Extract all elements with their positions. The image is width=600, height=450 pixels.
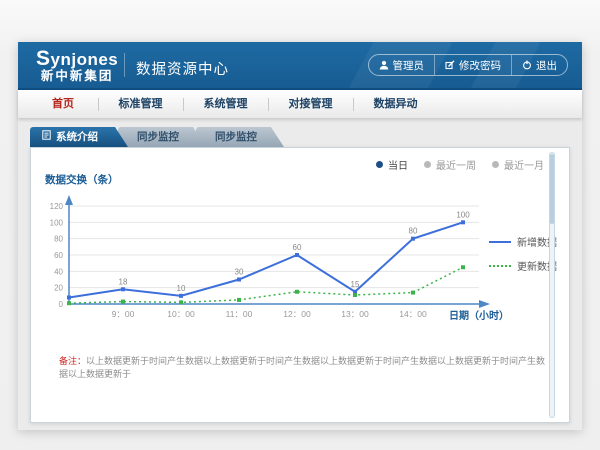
page-background: Synjones 新中新集团 数据资源中心 管理员 修改密码	[0, 0, 600, 450]
radio-dot-icon	[492, 161, 499, 168]
data-point	[411, 237, 415, 241]
logo: Synjones 新中新集团	[36, 47, 118, 84]
x-axis-arrow	[479, 300, 490, 308]
x-tick-label: 12：00	[283, 309, 311, 319]
legend-item-new-data[interactable]: 新增数据	[489, 234, 557, 249]
y-axis-title: 数据交换（条）	[45, 172, 119, 187]
data-point-label: 30	[235, 268, 244, 277]
nav-item-standard-mgmt[interactable]: 标准管理	[98, 90, 183, 118]
x-tick-label: 11：00	[226, 309, 253, 319]
series-line-更新数据	[69, 267, 463, 303]
chart-panel: 当日 最近一周 最近一月 数据交换（条） 0 20 40 60 80 100 120 9：00…	[30, 147, 570, 423]
nav-item-home[interactable]: 首页	[28, 90, 98, 118]
data-point-label: 60	[293, 243, 302, 252]
radio-dot-icon	[376, 161, 383, 168]
change-password-button-label: 修改密码	[459, 58, 501, 73]
content-area: 系统介绍 同步监控 同步监控 当日 最近一周	[18, 118, 582, 430]
y-tick-label: 0	[59, 300, 64, 309]
y-tick-label: 60	[54, 251, 63, 260]
radio-last-month-label: 最近一月	[504, 157, 544, 172]
x-tick-label: 10：00	[167, 309, 195, 319]
admin-button[interactable]: 管理员	[369, 55, 435, 75]
user-button-group: 管理员 修改密码 退出	[368, 54, 569, 76]
logo-en: Synjones	[36, 47, 118, 70]
x-axis-title: 日期（小时）	[449, 309, 509, 322]
radio-last-month[interactable]: 最近一月	[492, 157, 544, 172]
data-point	[237, 298, 241, 302]
tab-system-intro-label: 系统介绍	[56, 127, 98, 147]
radio-last-week-label: 最近一周	[436, 157, 476, 172]
y-tick-label: 40	[54, 267, 63, 276]
app-title: 数据资源中心	[136, 58, 229, 79]
change-password-button[interactable]: 修改密码	[434, 55, 511, 75]
data-point	[121, 300, 125, 304]
main-nav: 首页 标准管理 系统管理 对接管理 数据异动	[18, 88, 582, 118]
y-tick-label: 100	[50, 218, 64, 227]
data-point	[179, 300, 183, 304]
data-point	[295, 253, 299, 257]
solid-line-icon	[489, 241, 511, 243]
legend-item-updated-data[interactable]: 更新数据	[489, 258, 557, 273]
data-point	[67, 295, 71, 299]
edit-icon	[445, 60, 455, 70]
data-point-label: 100	[456, 210, 470, 219]
data-point	[295, 290, 299, 294]
power-icon	[522, 60, 532, 70]
panel-scrollbar[interactable]	[549, 152, 555, 418]
footnote-text: 以上数据更新于时间产生数据以上数据更新于时间产生数据以上数据更新于时间产生数据以…	[59, 356, 545, 379]
y-tick-label: 120	[50, 202, 64, 211]
x-tick-label: 13：00	[341, 309, 369, 319]
tab-bar: 系统介绍 同步监控 同步监控	[30, 127, 582, 147]
tab-sync-monitor-2-label: 同步监控	[215, 127, 257, 147]
data-point	[353, 293, 357, 297]
user-icon	[379, 60, 389, 70]
header: Synjones 新中新集团 数据资源中心 管理员 修改密码	[18, 42, 582, 88]
x-tick-label: 14：00	[399, 309, 427, 319]
radio-today[interactable]: 当日	[376, 157, 408, 172]
radio-today-label: 当日	[388, 157, 408, 172]
data-point	[121, 287, 125, 291]
data-point-label: 18	[119, 277, 128, 286]
footnote-label: 备注：	[59, 356, 86, 366]
data-point	[67, 301, 71, 305]
logout-button-label: 退出	[536, 58, 557, 73]
y-axis-arrow	[65, 195, 73, 205]
series-line-新增数据	[69, 222, 463, 297]
data-point	[237, 278, 241, 282]
tab-sync-monitor-1[interactable]: 同步监控	[118, 127, 206, 147]
radio-last-week[interactable]: 最近一周	[424, 157, 476, 172]
data-point-label: 15	[351, 280, 360, 289]
tab-sync-monitor-2[interactable]: 同步监控	[196, 127, 284, 147]
x-tick-label: 9：00	[112, 309, 135, 319]
y-tick-label: 80	[54, 235, 63, 244]
data-point	[461, 265, 465, 269]
tab-sync-monitor-1-label: 同步监控	[137, 127, 179, 147]
nav-item-interface-mgmt[interactable]: 对接管理	[268, 90, 353, 118]
dotted-line-icon	[489, 265, 511, 267]
admin-button-label: 管理员	[393, 58, 425, 73]
logo-cn: 新中新集团	[36, 70, 118, 84]
data-point	[411, 291, 415, 295]
y-tick-label: 20	[54, 284, 63, 293]
data-point	[461, 220, 465, 224]
document-icon	[42, 127, 51, 147]
nav-item-data-change[interactable]: 数据异动	[353, 90, 438, 118]
site-container: Synjones 新中新集团 数据资源中心 管理员 修改密码	[18, 42, 582, 430]
nav-item-system-mgmt[interactable]: 系统管理	[183, 90, 268, 118]
logout-button[interactable]: 退出	[511, 55, 567, 75]
tab-system-intro[interactable]: 系统介绍	[30, 127, 128, 147]
data-point-label: 80	[409, 227, 418, 236]
footnote: 备注：以上数据更新于时间产生数据以上数据更新于时间产生数据以上数据更新于时间产生…	[59, 354, 549, 380]
data-point-label: 10	[177, 284, 186, 293]
scrollbar-thumb[interactable]	[550, 154, 554, 224]
data-point	[179, 294, 183, 298]
radio-dot-icon	[424, 161, 431, 168]
period-radio-group: 当日 最近一周 最近一月	[376, 157, 544, 172]
chart-legend: 新增数据 更新数据	[489, 234, 557, 273]
header-divider	[124, 53, 125, 77]
